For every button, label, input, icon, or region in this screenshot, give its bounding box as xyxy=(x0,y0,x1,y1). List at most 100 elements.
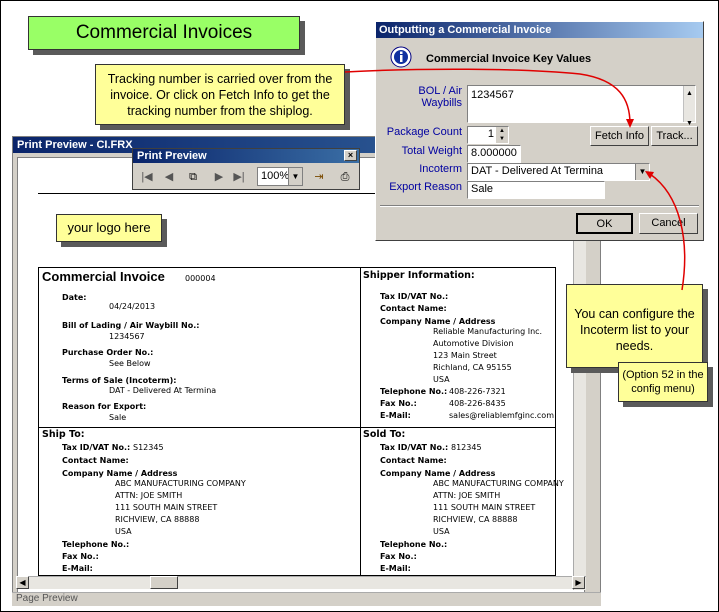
dialog-divider xyxy=(380,205,699,207)
package-label: Package Count xyxy=(386,126,462,138)
shipto-tax-label: Tax ID/VAT No.: xyxy=(62,443,131,452)
invoice-title: Commercial Invoice xyxy=(42,269,165,284)
column-divider xyxy=(360,268,361,575)
ok-button[interactable]: OK xyxy=(576,213,633,234)
fetch-info-label: Fetch Info xyxy=(595,130,644,142)
shipper-phone: 408-226-7321 xyxy=(449,387,506,396)
po-value: See Below xyxy=(109,359,151,368)
soldto-address-line: USA xyxy=(433,527,450,536)
chevron-down-icon[interactable]: ▼ xyxy=(635,164,649,180)
bol-field-value: 1234567 xyxy=(471,89,514,101)
scroll-thumb[interactable] xyxy=(150,576,178,589)
cancel-button[interactable]: Cancel xyxy=(639,213,698,234)
shipto-phone-label: Telephone No.: xyxy=(62,540,130,549)
shipto-fax-label: Fax No.: xyxy=(62,552,99,561)
bol-label: Bill of Lading / Air Waybill No.: xyxy=(62,321,200,330)
horizontal-scrollbar[interactable]: ◀ ▶ xyxy=(16,576,586,589)
shipper-tax-label: Tax ID/VAT No.: xyxy=(380,292,449,301)
soldto-contact-label: Contact Name: xyxy=(380,456,447,465)
last-page-icon[interactable]: ▶| xyxy=(229,167,249,187)
shipper-address-line: Reliable Manufacturing Inc. xyxy=(433,327,543,336)
shipper-phone-label: Telephone No.: xyxy=(380,387,448,396)
shipper-contact-label: Contact Name: xyxy=(380,304,447,313)
shipto-address-line: ATTN: JOE SMITH xyxy=(115,491,183,500)
terms-value: DAT - Delivered At Termina xyxy=(109,386,217,395)
commercial-invoice-dialog: Outputting a Commercial Invoice Commerci… xyxy=(375,21,704,241)
incoterm-select[interactable]: DAT - Delivered At Termina ▼ xyxy=(467,163,650,181)
logo-placeholder: your logo here xyxy=(56,214,162,242)
shipper-email-label: E-Mail: xyxy=(380,411,411,420)
shipto-address-line: ABC MANUFACTURING COMPANY xyxy=(115,479,246,488)
soldto-fax-label: Fax No.: xyxy=(380,552,417,561)
shipto-tax: S12345 xyxy=(133,443,164,452)
export-reason-field[interactable]: Sale xyxy=(467,181,605,199)
zoom-value: 100% xyxy=(261,170,290,182)
weight-label: Total Weight xyxy=(401,145,462,157)
shipper-address-line: 123 Main Street xyxy=(433,351,497,360)
status-bar: Page Preview xyxy=(12,592,601,606)
close-icon[interactable]: × xyxy=(344,150,357,161)
shipto-header: Ship To: xyxy=(42,429,85,440)
shipper-fax-label: Fax No.: xyxy=(380,399,417,408)
incoterm-callout: You can configure the Incoterm list to y… xyxy=(566,284,703,368)
shipper-email: sales@reliablemfginc.com xyxy=(449,411,554,420)
reason-label: Export Reason xyxy=(389,181,462,193)
reason-label: Reason for Export: xyxy=(62,402,147,411)
shipper-address-line: Automotive Division xyxy=(433,339,514,348)
tracking-callout: Tracking number is carried over from the… xyxy=(95,64,345,125)
soldto-phone-label: Telephone No.: xyxy=(380,540,448,549)
bol-scrollbar[interactable]: ▲ ▼ xyxy=(683,86,695,127)
bol-field[interactable]: 1234567 ▲ ▼ xyxy=(467,85,696,127)
toolbar-title: Print Preview × xyxy=(133,149,359,163)
shipto-contact-label: Contact Name: xyxy=(62,456,129,465)
zoom-select[interactable]: 100% ▼ xyxy=(257,167,303,186)
total-weight-value: 8.000000 xyxy=(471,147,517,159)
track-button[interactable]: Track... xyxy=(651,126,698,146)
info-icon xyxy=(390,46,412,68)
soldto-tax: 812345 xyxy=(451,443,482,452)
bol-field-label: BOL / Air Waybills xyxy=(418,85,462,109)
scroll-left-icon[interactable]: ◀ xyxy=(16,576,29,589)
dialog-title: Outputting a Commercial Invoice xyxy=(376,22,703,38)
total-weight-field[interactable]: 8.000000 xyxy=(467,145,521,163)
package-count-stepper[interactable]: 1 ▲ ▼ xyxy=(467,126,509,144)
shipper-header: Shipper Information: xyxy=(363,270,475,281)
print-preview-toolbar: Print Preview × |◀ ◀ ⧉ ▶ ▶| 100% ▼ ⇥ ⎙ xyxy=(132,148,360,190)
incoterm-value: DAT - Delivered At Termina xyxy=(471,165,604,177)
cancel-label: Cancel xyxy=(651,217,686,229)
shipto-address-line: RICHVIEW, CA 88888 xyxy=(115,515,200,524)
soldto-address-line: ABC MANUFACTURING COMPANY xyxy=(433,479,564,488)
shipto-address-line: 111 SOUTH MAIN STREET xyxy=(115,503,218,512)
package-count-value: 1 xyxy=(487,128,494,140)
spinner-icon[interactable]: ▲ ▼ xyxy=(496,127,508,143)
first-page-icon[interactable]: |◀ xyxy=(137,167,157,187)
soldto-tax-label: Tax ID/VAT No.: xyxy=(380,443,449,452)
invoice-number: 000004 xyxy=(185,274,216,283)
multi-page-icon[interactable]: ⧉ xyxy=(183,167,203,187)
shipto-email-label: E-Mail: xyxy=(62,564,93,573)
shipper-company-label: Company Name / Address xyxy=(380,317,496,326)
incoterm-label: Incoterm xyxy=(419,163,462,175)
toolbar-title-text: Print Preview xyxy=(137,150,207,162)
scroll-right-icon[interactable]: ▶ xyxy=(572,576,585,589)
option-note-callout: (Option 52 in the config menu) xyxy=(618,362,708,402)
soldto-email-label: E-Mail: xyxy=(380,564,411,573)
chevron-down-icon[interactable]: ▼ xyxy=(288,168,302,185)
shipper-address-line: Richland, CA 95155 xyxy=(433,363,512,372)
shipto-address-line: USA xyxy=(115,527,132,536)
exit-door-icon[interactable]: ⇥ xyxy=(309,167,329,187)
page-rule xyxy=(38,193,378,194)
dialog-heading: Commercial Invoice Key Values xyxy=(426,53,592,65)
next-page-icon[interactable]: ▶ xyxy=(209,167,229,187)
soldto-company-label: Company Name / Address xyxy=(380,469,496,478)
previous-page-icon[interactable]: ◀ xyxy=(159,167,179,187)
soldto-address-line: 111 SOUTH MAIN STREET xyxy=(433,503,536,512)
printer-icon[interactable]: ⎙ xyxy=(335,167,355,187)
fetch-info-button[interactable]: Fetch Info xyxy=(590,126,649,146)
date-label: Date: xyxy=(62,293,87,302)
page-title: Commercial Invoices xyxy=(28,16,300,50)
soldto-address-line: RICHVIEW, CA 88888 xyxy=(433,515,518,524)
terms-label: Terms of Sale (Incoterm): xyxy=(62,376,177,385)
row-divider xyxy=(39,427,555,428)
shipper-fax: 408-226-8435 xyxy=(449,399,506,408)
